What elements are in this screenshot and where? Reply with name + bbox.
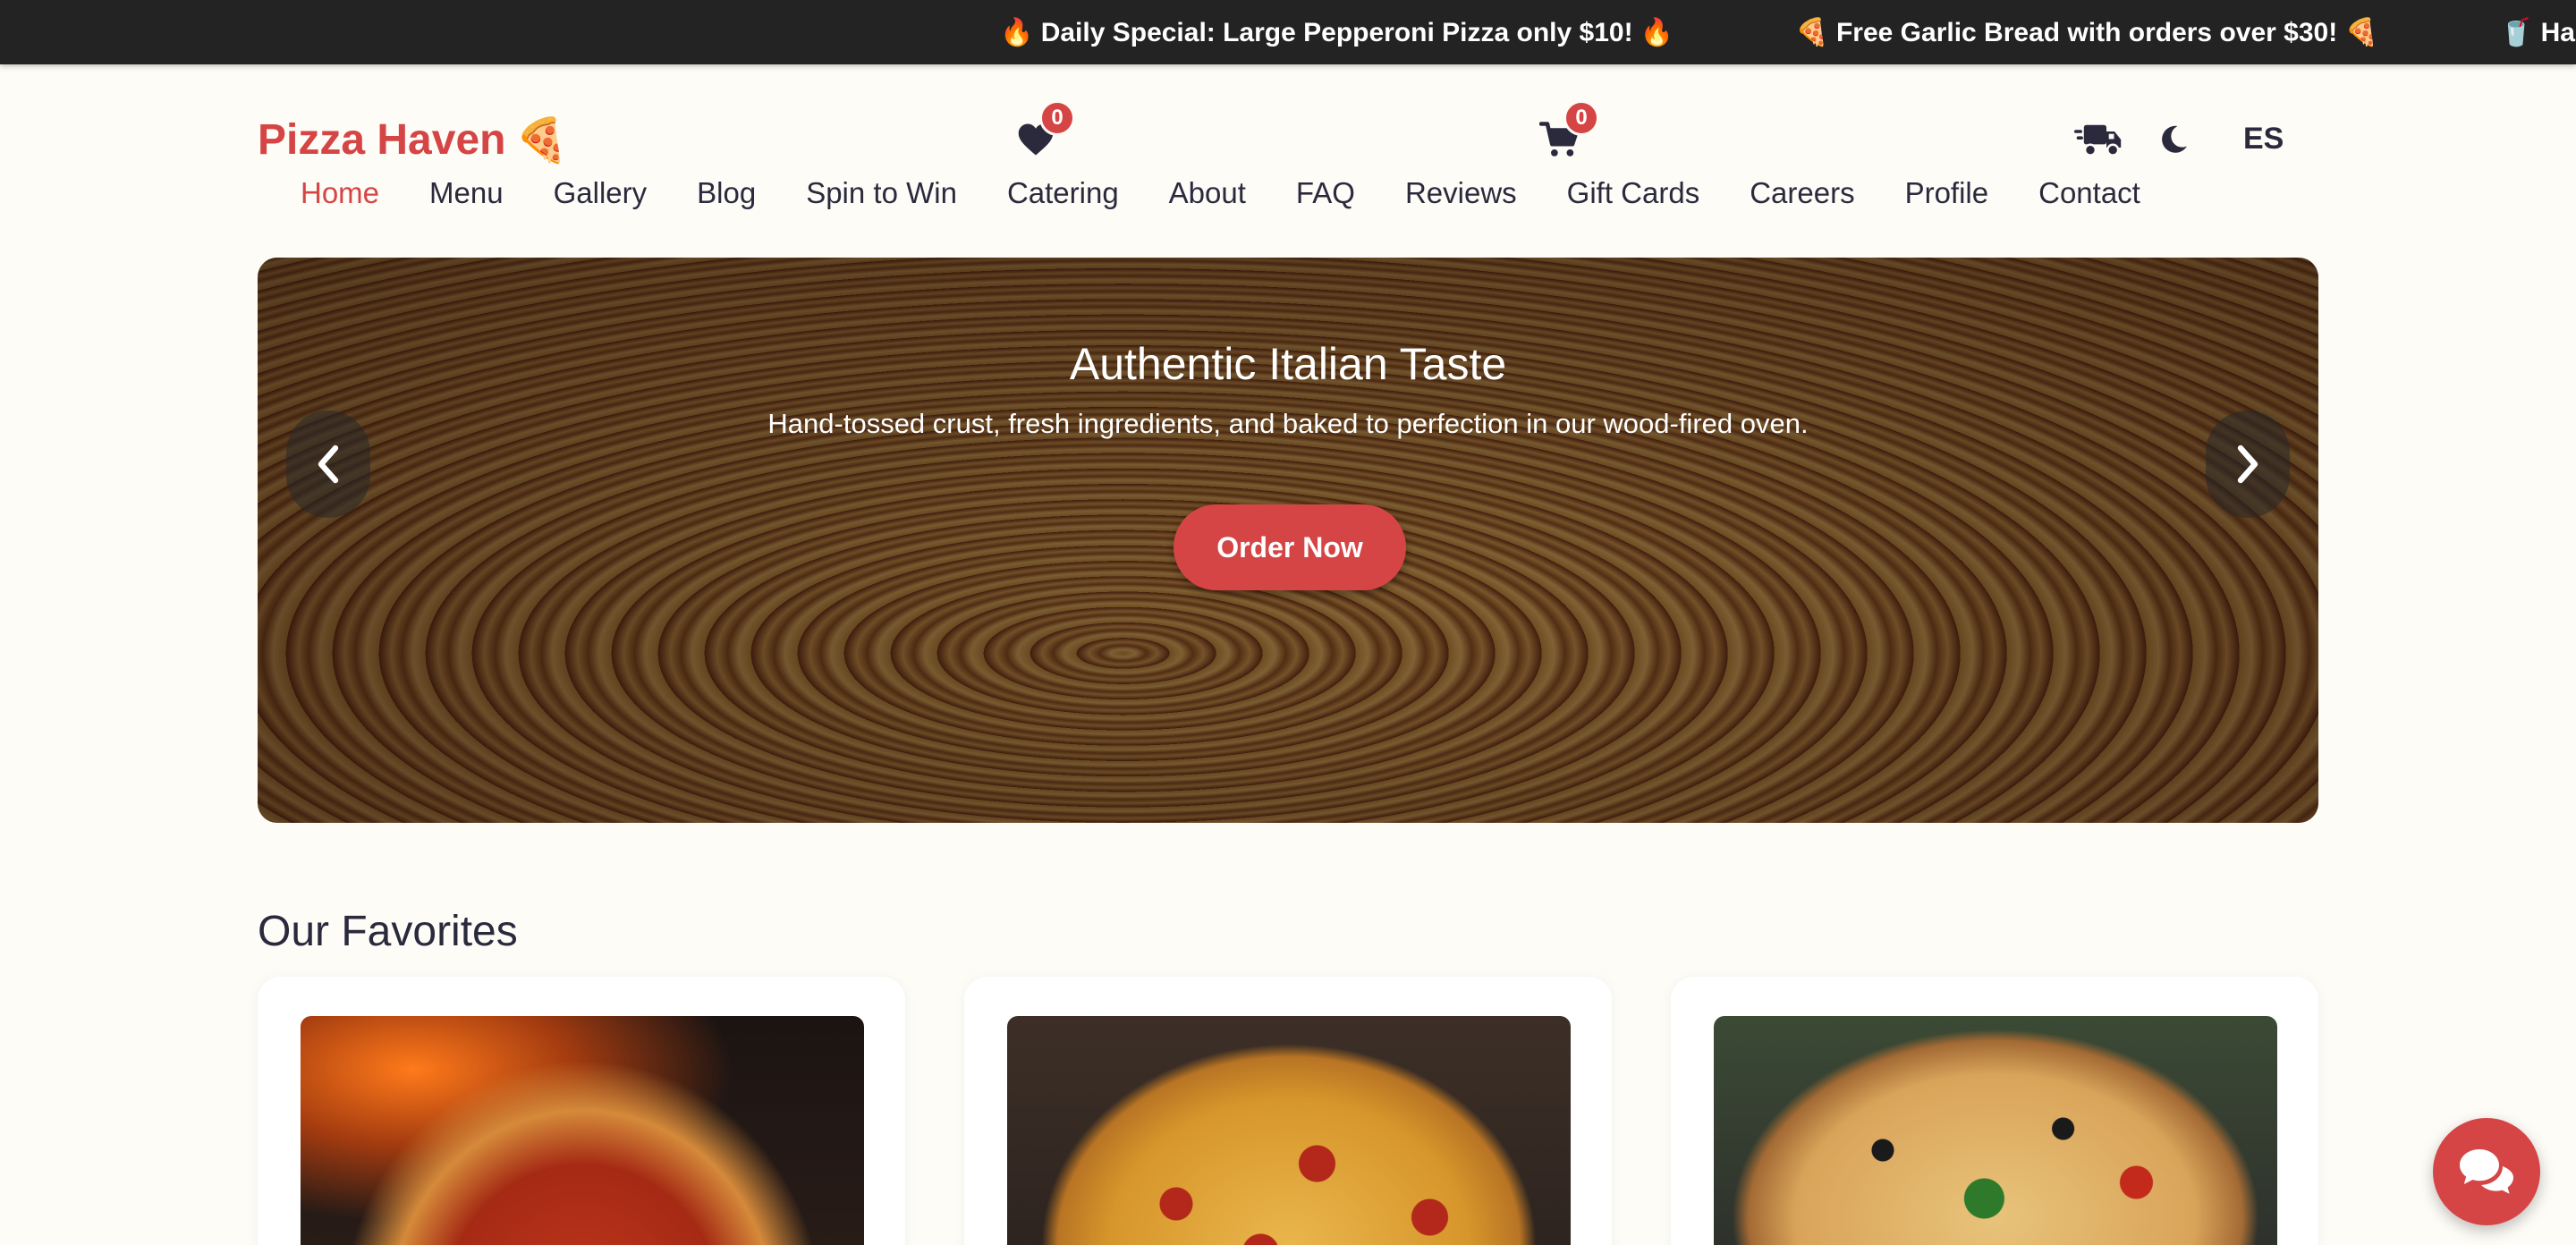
margherita-pizza-image bbox=[301, 1016, 864, 1245]
nav-item-about[interactable]: About bbox=[1169, 176, 1246, 210]
favorite-card[interactable] bbox=[1671, 977, 2318, 1245]
ticker-item: 🔥 Daily Special: Large Pepperoni Pizza o… bbox=[1000, 17, 1674, 47]
delivery-truck-icon bbox=[2074, 124, 2122, 157]
hero-carousel: Authentic Italian Taste Hand-tossed crus… bbox=[258, 258, 2318, 823]
chevron-right-icon bbox=[2237, 445, 2258, 484]
dark-mode-toggle[interactable] bbox=[2147, 113, 2200, 166]
order-now-button[interactable]: Order Now bbox=[1174, 504, 1406, 590]
nav-item-spin-to-win[interactable]: Spin to Win bbox=[806, 176, 957, 210]
hero-title: Authentic Italian Taste bbox=[1069, 339, 1507, 389]
nav-item-careers[interactable]: Careers bbox=[1750, 176, 1854, 210]
nav-item-reviews[interactable]: Reviews bbox=[1405, 176, 1517, 210]
favorites-title: Our Favorites bbox=[258, 908, 518, 955]
favorite-card[interactable] bbox=[258, 977, 905, 1245]
nav-item-catering[interactable]: Catering bbox=[1007, 176, 1119, 210]
nav-item-gallery[interactable]: Gallery bbox=[554, 176, 648, 210]
carousel-next-button[interactable] bbox=[2206, 411, 2290, 518]
pizza-icon: 🍕 bbox=[514, 117, 569, 165]
pepperoni-pizza-image bbox=[1007, 1016, 1571, 1245]
delivery-tracker-button[interactable] bbox=[2072, 113, 2125, 166]
cart-button[interactable]: 0 bbox=[1533, 100, 1599, 166]
main-nav: Home Menu Gallery Blog Spin to Win Cater… bbox=[301, 172, 2140, 215]
favorite-card[interactable] bbox=[964, 977, 1612, 1245]
logo-text: Pizza Haven bbox=[258, 116, 506, 164]
nav-item-faq[interactable]: FAQ bbox=[1296, 176, 1355, 210]
chat-bubbles-icon bbox=[2460, 1149, 2513, 1194]
veggie-pizza-image bbox=[1714, 1016, 2277, 1245]
nav-item-menu[interactable]: Menu bbox=[429, 176, 504, 210]
site-logo[interactable]: Pizza Haven 🍕 bbox=[258, 114, 568, 165]
nav-item-gift-cards[interactable]: Gift Cards bbox=[1567, 176, 1700, 210]
ticker-item: 🥤 Hap bbox=[2499, 17, 2576, 47]
nav-item-blog[interactable]: Blog bbox=[697, 176, 756, 210]
ticker-item: 🍕 Free Garlic Bread with orders over $30… bbox=[1795, 17, 2378, 47]
cart-count-badge: 0 bbox=[1563, 100, 1599, 136]
wishlist-count-badge: 0 bbox=[1039, 100, 1075, 136]
language-toggle[interactable]: ES bbox=[2243, 122, 2284, 157]
wishlist-button[interactable]: 0 bbox=[1009, 100, 1075, 166]
nav-item-contact[interactable]: Contact bbox=[2038, 176, 2140, 210]
ticker-track: 🔥 Daily Special: Large Pepperoni Pizza o… bbox=[1000, 0, 2576, 64]
chat-button[interactable] bbox=[2433, 1118, 2540, 1225]
nav-item-profile[interactable]: Profile bbox=[1905, 176, 1989, 210]
hero-subtitle: Hand-tossed crust, fresh ingredients, an… bbox=[767, 408, 1809, 439]
carousel-prev-button[interactable] bbox=[286, 411, 370, 518]
chevron-left-icon bbox=[318, 445, 339, 484]
nav-item-home[interactable]: Home bbox=[301, 176, 379, 210]
promo-ticker: 🔥 Daily Special: Large Pepperoni Pizza o… bbox=[0, 0, 2576, 64]
moon-icon bbox=[2162, 125, 2187, 153]
